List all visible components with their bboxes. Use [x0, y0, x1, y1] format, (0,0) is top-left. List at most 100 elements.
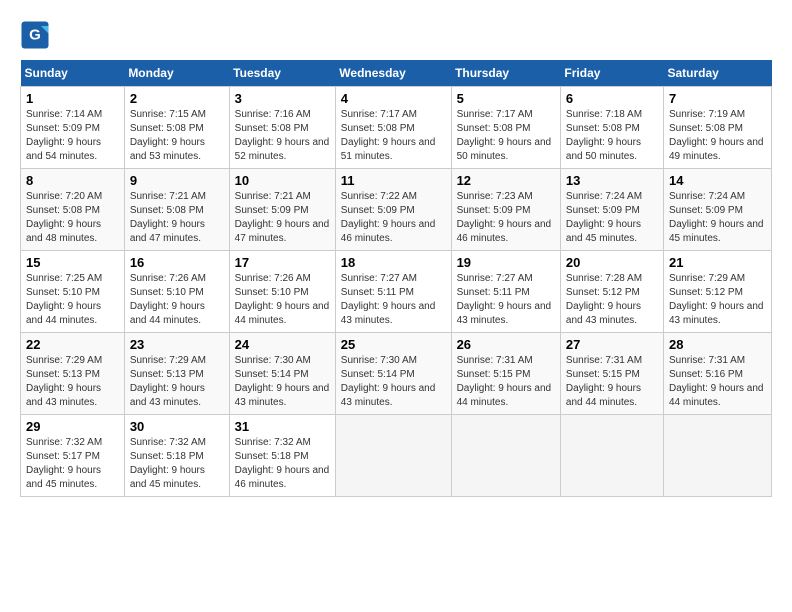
calendar-cell: 13 Sunrise: 7:24 AM Sunset: 5:09 PM Dayl… — [560, 169, 663, 251]
day-info: Sunrise: 7:24 AM Sunset: 5:09 PM Dayligh… — [669, 190, 766, 246]
day-info: Sunrise: 7:15 AM Sunset: 5:08 PM Dayligh… — [130, 108, 224, 164]
day-number: 11 — [341, 173, 446, 188]
calendar-week-row: 15 Sunrise: 7:25 AM Sunset: 5:10 PM Dayl… — [21, 251, 772, 333]
day-number: 28 — [669, 337, 766, 352]
calendar-table: SundayMondayTuesdayWednesdayThursdayFrid… — [20, 60, 772, 497]
day-number: 17 — [235, 255, 330, 270]
calendar-cell — [560, 415, 663, 497]
calendar-cell: 29 Sunrise: 7:32 AM Sunset: 5:17 PM Dayl… — [21, 415, 125, 497]
calendar-cell: 14 Sunrise: 7:24 AM Sunset: 5:09 PM Dayl… — [663, 169, 771, 251]
day-number: 8 — [26, 173, 119, 188]
day-info: Sunrise: 7:32 AM Sunset: 5:18 PM Dayligh… — [235, 436, 330, 492]
day-number: 2 — [130, 91, 224, 106]
day-number: 18 — [341, 255, 446, 270]
day-number: 24 — [235, 337, 330, 352]
day-info: Sunrise: 7:28 AM Sunset: 5:12 PM Dayligh… — [566, 272, 658, 328]
day-number: 25 — [341, 337, 446, 352]
calendar-cell: 28 Sunrise: 7:31 AM Sunset: 5:16 PM Dayl… — [663, 333, 771, 415]
day-info: Sunrise: 7:21 AM Sunset: 5:08 PM Dayligh… — [130, 190, 224, 246]
day-info: Sunrise: 7:22 AM Sunset: 5:09 PM Dayligh… — [341, 190, 446, 246]
calendar-cell: 31 Sunrise: 7:32 AM Sunset: 5:18 PM Dayl… — [229, 415, 335, 497]
day-number: 20 — [566, 255, 658, 270]
calendar-week-row: 1 Sunrise: 7:14 AM Sunset: 5:09 PM Dayli… — [21, 87, 772, 169]
day-info: Sunrise: 7:29 AM Sunset: 5:13 PM Dayligh… — [26, 354, 119, 410]
day-number: 6 — [566, 91, 658, 106]
day-info: Sunrise: 7:19 AM Sunset: 5:08 PM Dayligh… — [669, 108, 766, 164]
day-number: 1 — [26, 91, 119, 106]
logo-icon: G — [20, 20, 50, 50]
calendar-cell: 1 Sunrise: 7:14 AM Sunset: 5:09 PM Dayli… — [21, 87, 125, 169]
day-info: Sunrise: 7:17 AM Sunset: 5:08 PM Dayligh… — [341, 108, 446, 164]
day-info: Sunrise: 7:20 AM Sunset: 5:08 PM Dayligh… — [26, 190, 119, 246]
calendar-cell: 20 Sunrise: 7:28 AM Sunset: 5:12 PM Dayl… — [560, 251, 663, 333]
calendar-cell: 18 Sunrise: 7:27 AM Sunset: 5:11 PM Dayl… — [335, 251, 451, 333]
day-info: Sunrise: 7:14 AM Sunset: 5:09 PM Dayligh… — [26, 108, 119, 164]
calendar-cell: 10 Sunrise: 7:21 AM Sunset: 5:09 PM Dayl… — [229, 169, 335, 251]
calendar-cell — [663, 415, 771, 497]
calendar-week-row: 8 Sunrise: 7:20 AM Sunset: 5:08 PM Dayli… — [21, 169, 772, 251]
day-number: 19 — [457, 255, 555, 270]
calendar-week-row: 29 Sunrise: 7:32 AM Sunset: 5:17 PM Dayl… — [21, 415, 772, 497]
weekday-header: Wednesday — [335, 60, 451, 87]
day-number: 29 — [26, 419, 119, 434]
weekday-header: Sunday — [21, 60, 125, 87]
weekday-header: Monday — [124, 60, 229, 87]
day-info: Sunrise: 7:30 AM Sunset: 5:14 PM Dayligh… — [235, 354, 330, 410]
day-info: Sunrise: 7:23 AM Sunset: 5:09 PM Dayligh… — [457, 190, 555, 246]
calendar-cell: 6 Sunrise: 7:18 AM Sunset: 5:08 PM Dayli… — [560, 87, 663, 169]
day-info: Sunrise: 7:26 AM Sunset: 5:10 PM Dayligh… — [235, 272, 330, 328]
day-info: Sunrise: 7:32 AM Sunset: 5:17 PM Dayligh… — [26, 436, 119, 492]
calendar-cell: 27 Sunrise: 7:31 AM Sunset: 5:15 PM Dayl… — [560, 333, 663, 415]
day-number: 7 — [669, 91, 766, 106]
day-number: 26 — [457, 337, 555, 352]
day-number: 10 — [235, 173, 330, 188]
day-info: Sunrise: 7:31 AM Sunset: 5:15 PM Dayligh… — [457, 354, 555, 410]
day-info: Sunrise: 7:21 AM Sunset: 5:09 PM Dayligh… — [235, 190, 330, 246]
calendar-cell: 23 Sunrise: 7:29 AM Sunset: 5:13 PM Dayl… — [124, 333, 229, 415]
calendar-cell: 7 Sunrise: 7:19 AM Sunset: 5:08 PM Dayli… — [663, 87, 771, 169]
weekday-header: Tuesday — [229, 60, 335, 87]
day-number: 12 — [457, 173, 555, 188]
calendar-cell: 16 Sunrise: 7:26 AM Sunset: 5:10 PM Dayl… — [124, 251, 229, 333]
day-number: 27 — [566, 337, 658, 352]
day-info: Sunrise: 7:27 AM Sunset: 5:11 PM Dayligh… — [341, 272, 446, 328]
day-info: Sunrise: 7:24 AM Sunset: 5:09 PM Dayligh… — [566, 190, 658, 246]
calendar-cell — [451, 415, 560, 497]
day-number: 14 — [669, 173, 766, 188]
day-info: Sunrise: 7:27 AM Sunset: 5:11 PM Dayligh… — [457, 272, 555, 328]
day-number: 13 — [566, 173, 658, 188]
day-number: 15 — [26, 255, 119, 270]
day-number: 4 — [341, 91, 446, 106]
calendar-week-row: 22 Sunrise: 7:29 AM Sunset: 5:13 PM Dayl… — [21, 333, 772, 415]
calendar-cell: 3 Sunrise: 7:16 AM Sunset: 5:08 PM Dayli… — [229, 87, 335, 169]
day-info: Sunrise: 7:32 AM Sunset: 5:18 PM Dayligh… — [130, 436, 224, 492]
day-info: Sunrise: 7:25 AM Sunset: 5:10 PM Dayligh… — [26, 272, 119, 328]
day-number: 30 — [130, 419, 224, 434]
day-info: Sunrise: 7:31 AM Sunset: 5:15 PM Dayligh… — [566, 354, 658, 410]
day-info: Sunrise: 7:17 AM Sunset: 5:08 PM Dayligh… — [457, 108, 555, 164]
day-info: Sunrise: 7:26 AM Sunset: 5:10 PM Dayligh… — [130, 272, 224, 328]
day-info: Sunrise: 7:18 AM Sunset: 5:08 PM Dayligh… — [566, 108, 658, 164]
calendar-cell: 2 Sunrise: 7:15 AM Sunset: 5:08 PM Dayli… — [124, 87, 229, 169]
day-info: Sunrise: 7:16 AM Sunset: 5:08 PM Dayligh… — [235, 108, 330, 164]
day-info: Sunrise: 7:29 AM Sunset: 5:12 PM Dayligh… — [669, 272, 766, 328]
day-number: 23 — [130, 337, 224, 352]
day-number: 31 — [235, 419, 330, 434]
calendar-cell: 4 Sunrise: 7:17 AM Sunset: 5:08 PM Dayli… — [335, 87, 451, 169]
weekday-header: Thursday — [451, 60, 560, 87]
calendar-cell: 8 Sunrise: 7:20 AM Sunset: 5:08 PM Dayli… — [21, 169, 125, 251]
calendar-cell: 11 Sunrise: 7:22 AM Sunset: 5:09 PM Dayl… — [335, 169, 451, 251]
logo: G — [20, 20, 54, 50]
day-number: 9 — [130, 173, 224, 188]
day-number: 3 — [235, 91, 330, 106]
calendar-cell: 21 Sunrise: 7:29 AM Sunset: 5:12 PM Dayl… — [663, 251, 771, 333]
page-header: G — [20, 20, 772, 50]
calendar-cell: 19 Sunrise: 7:27 AM Sunset: 5:11 PM Dayl… — [451, 251, 560, 333]
day-number: 5 — [457, 91, 555, 106]
day-info: Sunrise: 7:30 AM Sunset: 5:14 PM Dayligh… — [341, 354, 446, 410]
day-number: 22 — [26, 337, 119, 352]
calendar-cell: 9 Sunrise: 7:21 AM Sunset: 5:08 PM Dayli… — [124, 169, 229, 251]
calendar-cell: 26 Sunrise: 7:31 AM Sunset: 5:15 PM Dayl… — [451, 333, 560, 415]
calendar-cell: 17 Sunrise: 7:26 AM Sunset: 5:10 PM Dayl… — [229, 251, 335, 333]
calendar-cell: 5 Sunrise: 7:17 AM Sunset: 5:08 PM Dayli… — [451, 87, 560, 169]
